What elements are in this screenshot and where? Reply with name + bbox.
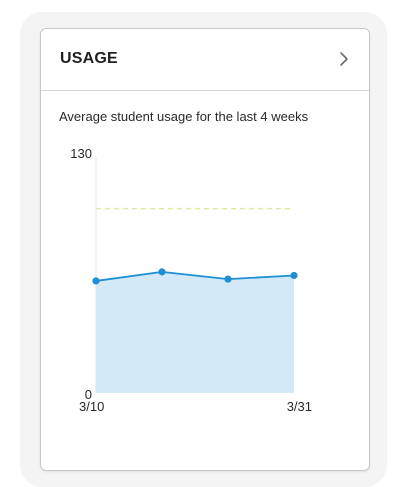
- data-point: [158, 268, 166, 276]
- x-tick-label-start: 3/10: [79, 399, 104, 414]
- usage-area: [96, 271, 294, 393]
- data-point: [224, 275, 232, 283]
- y-tick-label-max: 130: [70, 146, 92, 161]
- x-tick-label-end: 3/31: [287, 399, 312, 414]
- data-point: [290, 271, 298, 280]
- data-point: [92, 277, 100, 285]
- usage-chart: 13003/10 3/31: [70, 146, 312, 414]
